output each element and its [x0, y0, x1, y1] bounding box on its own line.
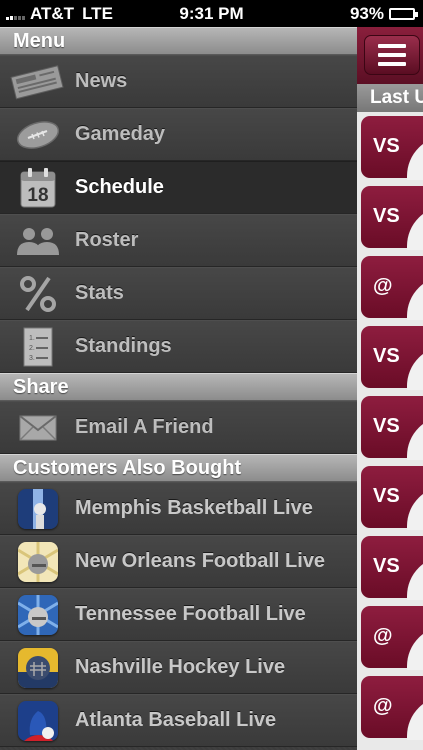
- team-logo: [407, 486, 423, 530]
- atlanta-baseball-app-icon: [17, 700, 58, 741]
- team-logo: [407, 556, 423, 600]
- game-row[interactable]: @: [357, 602, 423, 672]
- menu-section-header: Menu: [0, 27, 357, 55]
- game-row[interactable]: VS: [357, 322, 423, 392]
- app-item-tennessee-football[interactable]: Tennessee Football Live: [0, 588, 357, 641]
- game-row[interactable]: VS: [357, 112, 423, 182]
- game-row[interactable]: @: [357, 672, 423, 742]
- share-section-header: Share: [0, 373, 357, 401]
- game-tile: VS: [361, 116, 423, 180]
- nashville-hockey-app-icon: [17, 647, 58, 688]
- svg-text:18: 18: [27, 185, 48, 206]
- game-row[interactable]: VS: [357, 392, 423, 462]
- hamburger-icon[interactable]: [364, 35, 420, 75]
- game-tile: @: [361, 606, 423, 670]
- memphis-basketball-app-icon: [17, 488, 58, 529]
- games-list: VS VS @ VS VS VS VS @ @: [357, 112, 423, 742]
- app-item-label: New Orleans Football Live: [75, 550, 326, 572]
- game-tile: @: [361, 256, 423, 320]
- game-matchup-label: @: [373, 275, 393, 297]
- team-logo: [407, 346, 423, 390]
- menu-item-label: Email A Friend: [75, 416, 214, 438]
- percent-icon: [0, 268, 75, 320]
- team-logo: [407, 416, 423, 460]
- game-matchup-label: @: [373, 695, 393, 717]
- menu-item-roster[interactable]: Roster: [0, 214, 357, 267]
- menu-item-gameday[interactable]: Gameday: [0, 108, 357, 161]
- battery-percent: 93%: [349, 4, 384, 23]
- nav-bar: [357, 27, 423, 84]
- game-row[interactable]: @: [357, 252, 423, 322]
- menu-item-schedule[interactable]: 18 Schedule: [0, 161, 357, 214]
- app-item-label: Tennessee Football Live: [75, 603, 306, 625]
- svg-text:1.: 1.: [29, 335, 35, 342]
- menu-item-email-a-friend[interactable]: Email A Friend: [0, 401, 357, 454]
- battery-group: 93%: [349, 4, 418, 24]
- game-tile: VS: [361, 326, 423, 390]
- calendar-icon: 18: [0, 162, 75, 214]
- app-item-atlanta-baseball[interactable]: Atlanta Baseball Live: [0, 694, 357, 747]
- menu-item-label: News: [75, 70, 128, 92]
- game-tile: @: [361, 676, 423, 740]
- game-matchup-label: VS: [373, 345, 400, 367]
- tennessee-football-app-icon: [17, 594, 58, 635]
- menu-item-label: Roster: [75, 229, 139, 251]
- game-row[interactable]: VS: [357, 182, 423, 252]
- game-matchup-label: VS: [373, 485, 400, 507]
- status-bar: AT&T LTE 9:31 PM 93%: [0, 0, 423, 27]
- app-item-label: Nashville Hockey Live: [75, 656, 286, 678]
- svg-text:3.: 3.: [29, 355, 35, 362]
- team-logo: [407, 626, 423, 670]
- svg-text:2.: 2.: [29, 345, 35, 352]
- menu-item-label: Standings: [75, 335, 172, 357]
- game-matchup-label: @: [373, 625, 393, 647]
- game-matchup-label: VS: [373, 135, 400, 157]
- menu-item-stats[interactable]: Stats: [0, 267, 357, 320]
- newspaper-icon: [0, 56, 75, 108]
- menu-item-label: Schedule: [75, 176, 164, 198]
- team-logo: [407, 136, 423, 180]
- people-icon: [0, 215, 75, 267]
- side-menu: Menu News Gameday 18 Schedule Roster Sta…: [0, 27, 357, 750]
- game-tile: VS: [361, 536, 423, 600]
- app-item-label: Memphis Basketball Live: [75, 497, 313, 519]
- app-item-new-orleans-football[interactable]: New Orleans Football Live: [0, 535, 357, 588]
- app-item-label: Atlanta Baseball Live: [75, 709, 277, 731]
- football-icon: [0, 109, 75, 161]
- game-row[interactable]: VS: [357, 532, 423, 602]
- team-logo: [407, 206, 423, 250]
- menu-item-label: Gameday: [75, 123, 166, 145]
- app-item-memphis-basketball[interactable]: Memphis Basketball Live: [0, 482, 357, 535]
- app-item-nashville-hockey[interactable]: Nashville Hockey Live: [0, 641, 357, 694]
- main-panel: Last U VS VS @ VS VS VS VS @ @: [357, 27, 423, 750]
- game-matchup-label: VS: [373, 555, 400, 577]
- menu-item-label: Stats: [75, 282, 124, 304]
- list-icon: 1. 2. 3.: [0, 321, 75, 373]
- also-bought-section-header: Customers Also Bought: [0, 454, 357, 482]
- menu-item-standings[interactable]: 1. 2. 3. Standings: [0, 320, 357, 373]
- game-tile: VS: [361, 186, 423, 250]
- list-section-header: Last U: [357, 84, 423, 112]
- game-tile: VS: [361, 466, 423, 530]
- menu-item-news[interactable]: News: [0, 55, 357, 108]
- game-matchup-label: VS: [373, 415, 400, 437]
- envelope-icon: [0, 402, 75, 454]
- game-row[interactable]: VS: [357, 462, 423, 532]
- game-matchup-label: VS: [373, 205, 400, 227]
- battery-icon: [389, 8, 418, 20]
- team-logo: [407, 696, 423, 740]
- game-tile: VS: [361, 396, 423, 460]
- new-orleans-football-app-icon: [17, 541, 58, 582]
- team-logo: [407, 276, 423, 320]
